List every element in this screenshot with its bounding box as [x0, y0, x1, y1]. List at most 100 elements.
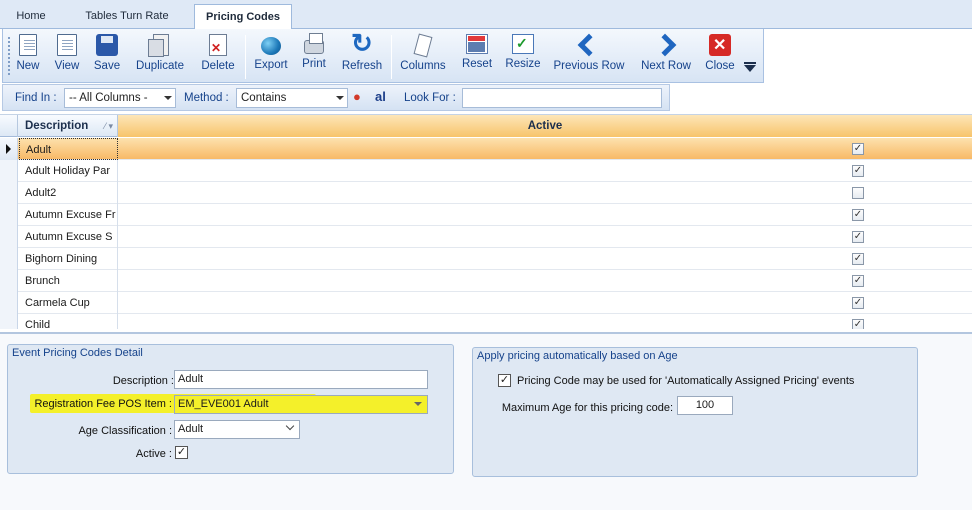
- tab-tables-turn-rate[interactable]: Tables Turn Rate: [72, 6, 182, 29]
- chevron-left-icon: [578, 34, 600, 56]
- table-row[interactable]: Child ✓: [0, 314, 972, 329]
- view-button[interactable]: View: [51, 31, 83, 81]
- cell-active-checkbox[interactable]: ✓: [852, 319, 864, 329]
- detail-area: Event Pricing Codes Detail Description :…: [0, 332, 972, 510]
- auto-pricing-checkbox-label: Pricing Code may be used for 'Automatica…: [517, 375, 855, 387]
- row-selector[interactable]: [0, 292, 18, 314]
- registration-fee-pos-item-label: Registration Fee POS Item :: [34, 398, 172, 410]
- print-button[interactable]: Print: [297, 31, 331, 81]
- column-header-active[interactable]: Active: [118, 115, 972, 137]
- delete-button[interactable]: Delete: [197, 31, 239, 81]
- cell-description[interactable]: Bighorn Dining: [19, 248, 118, 270]
- new-button[interactable]: New: [13, 31, 43, 81]
- method-label: Method :: [184, 92, 229, 104]
- row-selector[interactable]: [0, 314, 18, 329]
- look-for-input[interactable]: [462, 88, 662, 108]
- cell-active-checkbox[interactable]: ✓: [852, 253, 864, 265]
- description-input[interactable]: Adult: [174, 370, 428, 389]
- save-disk-icon: [96, 34, 118, 56]
- maximum-age-label: Maximum Age for this pricing code:: [501, 402, 673, 414]
- maximum-age-input[interactable]: 100: [677, 396, 733, 415]
- chevron-down-icon: [336, 96, 344, 100]
- refresh-button[interactable]: Refresh: [338, 28, 386, 81]
- cell-active-checkbox[interactable]: ✓: [852, 275, 864, 287]
- row-selector[interactable]: [0, 226, 18, 248]
- active-checkbox[interactable]: ✓: [175, 446, 188, 459]
- table-row[interactable]: Adult Holiday Par ✓: [0, 160, 972, 182]
- reset-button[interactable]: Reset: [457, 31, 497, 81]
- close-button[interactable]: Close: [703, 31, 737, 81]
- binoculars-search-icon[interactable]: ●: [353, 89, 361, 104]
- export-button[interactable]: Export: [251, 31, 291, 81]
- cell-active-checkbox[interactable]: ✓: [852, 231, 864, 243]
- chevron-down-icon: [414, 402, 422, 406]
- table-row[interactable]: Autumn Excuse Fr ✓: [0, 204, 972, 226]
- save-button[interactable]: Save: [91, 31, 123, 81]
- cell-description[interactable]: Carmela Cup: [19, 292, 118, 314]
- tab-home[interactable]: Home: [6, 6, 56, 29]
- toolbar-separator: [391, 35, 392, 79]
- auto-pricing-checkbox[interactable]: ✓: [498, 374, 511, 387]
- table-row[interactable]: Autumn Excuse S ✓: [0, 226, 972, 248]
- view-document-icon: [57, 34, 77, 56]
- close-icon: [709, 34, 731, 56]
- toolbar-overflow-bar: [744, 62, 756, 64]
- sort-filter-icon[interactable]: ⁄ ▾: [104, 115, 113, 137]
- toolbar-separator: [245, 35, 246, 79]
- next-row-button[interactable]: Next Row: [637, 31, 695, 81]
- columns-icon: [412, 34, 434, 56]
- age-classification-select[interactable]: Adult: [174, 420, 300, 439]
- registration-fee-pos-item-select[interactable]: EM_EVE001 Adult: [174, 395, 428, 414]
- find-bar: Find In : -- All Columns - Method : Cont…: [2, 84, 670, 111]
- cell-description[interactable]: Adult2: [19, 182, 118, 204]
- cell-active-checkbox[interactable]: ✓: [852, 209, 864, 221]
- table-row[interactable]: Carmela Cup ✓: [0, 292, 972, 314]
- toolbar-grip[interactable]: [8, 37, 10, 77]
- table-row[interactable]: Adult2: [0, 182, 972, 204]
- row-selector[interactable]: [0, 182, 18, 204]
- duplicate-button[interactable]: Duplicate: [131, 31, 189, 81]
- cell-description[interactable]: Adult Holiday Par: [19, 160, 118, 182]
- chevron-down-icon: [164, 96, 172, 100]
- previous-row-button[interactable]: Previous Row: [551, 31, 627, 81]
- new-document-icon: [19, 34, 37, 56]
- row-selector[interactable]: [0, 270, 18, 292]
- cell-description[interactable]: Autumn Excuse S: [19, 226, 118, 248]
- current-row-arrow-icon: [6, 144, 11, 154]
- row-selector[interactable]: [0, 160, 18, 182]
- column-header-description[interactable]: Description ⁄ ▾: [19, 115, 118, 137]
- tab-pricing-codes[interactable]: Pricing Codes: [194, 4, 292, 30]
- active-label: Active :: [135, 448, 172, 460]
- columns-button[interactable]: Columns: [397, 31, 449, 81]
- cell-active-checkbox[interactable]: ✓: [852, 165, 864, 177]
- row-selector[interactable]: [0, 204, 18, 226]
- chevron-down-icon: [285, 421, 295, 431]
- find-in-select[interactable]: -- All Columns -: [64, 88, 176, 108]
- grid-header: Description ⁄ ▾ Active: [0, 115, 972, 137]
- resize-button[interactable]: Resize: [503, 31, 543, 81]
- text-search-icon[interactable]: al: [375, 89, 386, 104]
- cell-active-checkbox[interactable]: [852, 187, 864, 199]
- toolbar-overflow-icon[interactable]: [744, 65, 756, 72]
- cell-active-checkbox[interactable]: ✓: [852, 143, 864, 155]
- cell-active-checkbox[interactable]: ✓: [852, 297, 864, 309]
- cell-description[interactable]: Adult: [19, 138, 118, 160]
- delete-icon: [209, 34, 227, 56]
- event-pricing-detail-group: Event Pricing Codes Detail Description :…: [7, 344, 454, 474]
- row-selector[interactable]: [0, 138, 18, 160]
- method-select[interactable]: Contains: [236, 88, 348, 108]
- row-selector[interactable]: [0, 248, 18, 270]
- table-row[interactable]: Bighorn Dining ✓: [0, 248, 972, 270]
- auto-pricing-group: Apply pricing automatically based on Age…: [472, 347, 918, 477]
- grid-header-selector: [0, 115, 18, 137]
- toolbar: New View Save Duplicate Delete Export Pr…: [2, 28, 764, 83]
- group-title: Event Pricing Codes Detail: [12, 347, 143, 359]
- table-row[interactable]: Brunch ✓: [0, 270, 972, 292]
- cell-description[interactable]: Brunch: [19, 270, 118, 292]
- printer-icon: [304, 33, 324, 54]
- export-icon: [261, 37, 281, 55]
- cell-description[interactable]: Autumn Excuse Fr: [19, 204, 118, 226]
- tab-strip: Home Tables Turn Rate Pricing Codes: [0, 0, 972, 30]
- cell-description[interactable]: Child: [19, 314, 118, 329]
- table-row[interactable]: Adult ✓: [0, 138, 972, 160]
